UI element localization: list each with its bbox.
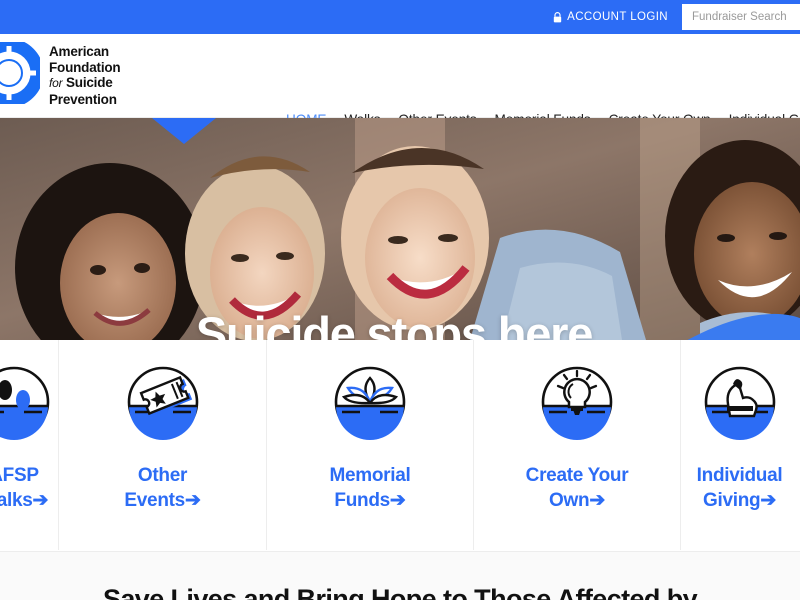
brand-line-4: Prevention — [49, 91, 117, 107]
card-line-2-wrap: Walks➔ — [0, 488, 48, 513]
card-line-2: Own — [549, 490, 590, 511]
card-label-memorial-funds: Memorial Funds➔ — [329, 463, 410, 513]
card-create-your-own[interactable]: Create Your Own➔ — [473, 340, 680, 550]
card-line-1: AFSP — [0, 465, 39, 486]
fundraiser-search-input[interactable] — [682, 4, 800, 30]
lotus-flower-icon — [330, 362, 410, 447]
card-memorial-funds[interactable]: Memorial Funds➔ — [266, 340, 473, 550]
chevron-down-icon — [152, 118, 216, 144]
site-header: American Foundation for Suicide Preventi… — [0, 34, 800, 127]
hero-headline: Suicide stops here. — [195, 307, 605, 340]
card-line-2: Walks — [0, 490, 33, 511]
hand-heart-icon — [700, 362, 780, 447]
card-line-2-wrap: Funds➔ — [329, 488, 410, 513]
brand-line-3: for Suicide — [49, 75, 120, 92]
footsteps-walk-icon — [0, 362, 54, 447]
card-line-2: Funds — [334, 490, 390, 511]
mission-section-title: Save Lives and Bring Hope to Those Affec… — [102, 584, 698, 600]
afsp-lifering-logo-icon — [0, 38, 44, 109]
card-line-2-wrap: Events➔ — [124, 488, 200, 513]
card-label-afsp-walks: AFSP Walks➔ — [0, 463, 48, 513]
card-label-individual-giving: Individual Giving➔ — [697, 463, 783, 513]
quick-links-card-row: AFSP Walks➔ — [0, 340, 800, 550]
card-other-events[interactable]: Other Events➔ — [58, 340, 266, 550]
mission-section: Save Lives and Bring Hope to Those Affec… — [0, 551, 800, 600]
card-line-2-wrap: Giving➔ — [697, 488, 783, 513]
card-line-1: Memorial — [329, 465, 411, 486]
lightbulb-icon — [537, 362, 617, 447]
card-label-other-events: Other Events➔ — [124, 463, 200, 513]
card-line-2-wrap: Own➔ — [526, 488, 629, 513]
card-line-1: Create Your — [525, 465, 629, 486]
card-label-create-your-own: Create Your Own➔ — [526, 463, 629, 513]
ticket-icon — [123, 362, 203, 447]
card-line-2: Giving — [703, 490, 761, 511]
arrow-right-icon: ➔ — [184, 490, 201, 511]
arrow-right-icon: ➔ — [589, 490, 605, 511]
account-login-button[interactable]: ACCOUNT LOGIN — [553, 11, 682, 23]
brand-line-1: American — [49, 44, 109, 59]
card-line-1: Individual — [696, 465, 783, 486]
brand-line-3-prefix: for — [49, 76, 63, 90]
card-line-2: Events — [124, 490, 185, 511]
page-root: ACCOUNT LOGIN America — [0, 0, 800, 600]
brand-wordmark: American Foundation for Suicide Preventi… — [49, 44, 121, 107]
hero-banner: Suicide stops here. — [0, 118, 800, 340]
arrow-right-icon: ➔ — [389, 490, 406, 511]
brand-line-3-main: Suicide — [65, 75, 113, 90]
account-login-label: ACCOUNT LOGIN — [567, 11, 668, 23]
brand-logo-link[interactable]: American Foundation for Suicide Preventi… — [0, 38, 121, 109]
card-individual-giving[interactable]: Individual Giving➔ — [680, 340, 798, 550]
card-line-1: Other — [137, 465, 188, 486]
card-afsp-walks[interactable]: AFSP Walks➔ — [0, 340, 58, 550]
lock-icon — [553, 11, 562, 23]
top-utility-bar: ACCOUNT LOGIN — [0, 0, 800, 34]
brand-line-2: Foundation — [49, 59, 121, 75]
arrow-right-icon: ➔ — [760, 490, 776, 511]
arrow-right-icon: ➔ — [32, 490, 49, 511]
